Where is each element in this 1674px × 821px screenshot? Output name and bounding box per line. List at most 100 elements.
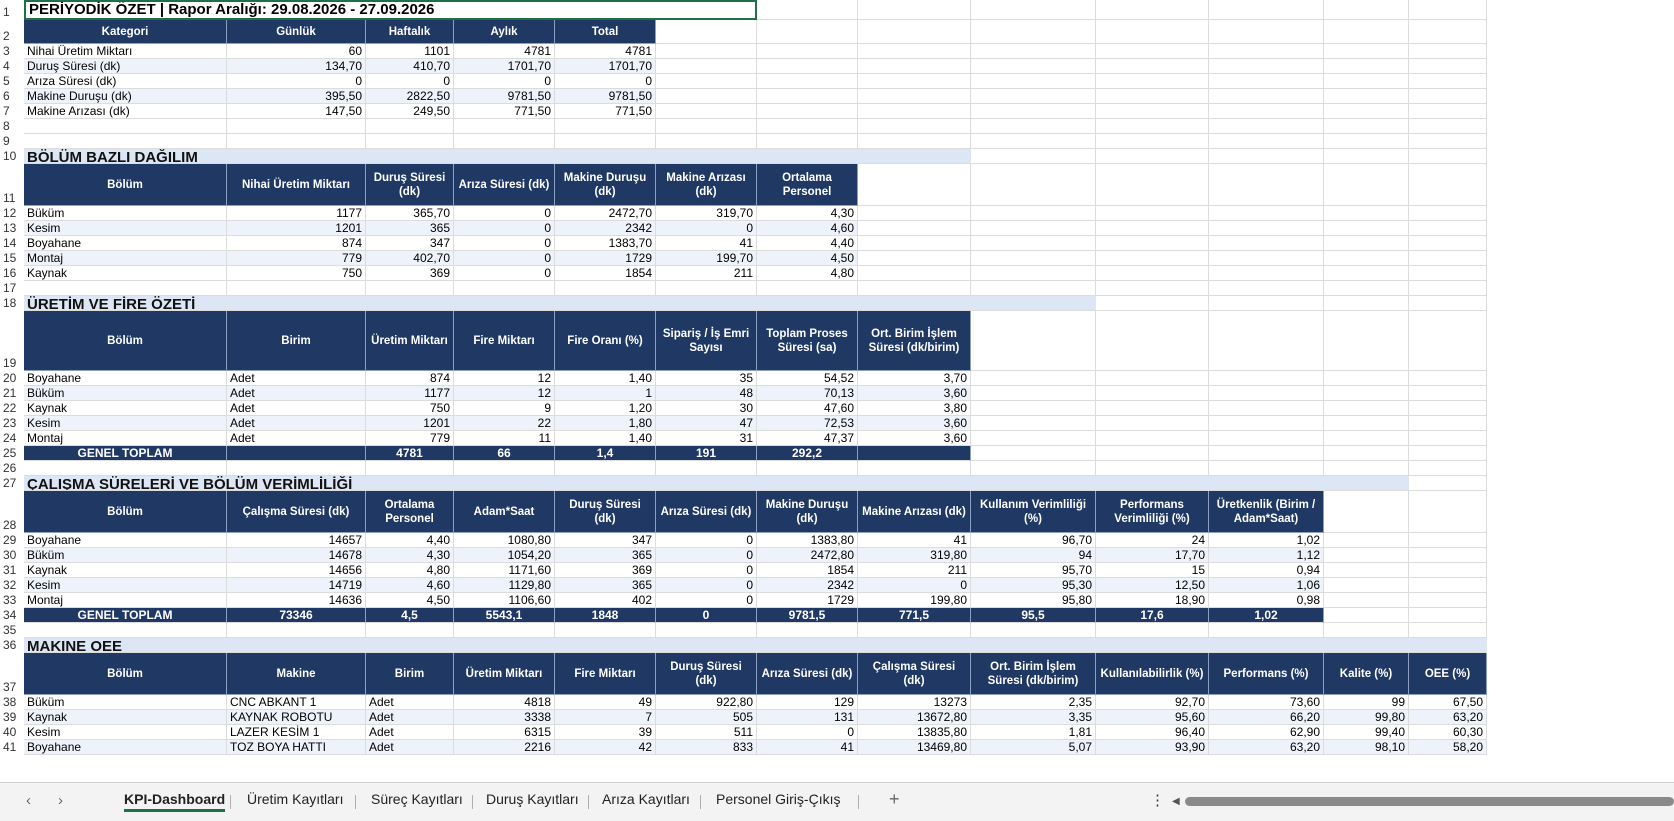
empty-cell[interactable] <box>1096 221 1209 236</box>
empty-cell[interactable] <box>1324 221 1409 236</box>
empty-cell[interactable] <box>1324 236 1409 251</box>
empty-cell[interactable] <box>1209 461 1324 476</box>
empty-cell[interactable] <box>1209 104 1324 119</box>
data-cell[interactable]: 14636 <box>227 593 366 608</box>
data-cell[interactable]: Nihai Üretim Miktarı <box>24 44 227 59</box>
empty-cell[interactable] <box>656 44 757 59</box>
data-cell[interactable]: Montaj <box>24 593 227 608</box>
column-header[interactable]: Birim <box>366 653 454 695</box>
empty-cell[interactable] <box>1096 386 1209 401</box>
empty-cell[interactable] <box>1096 281 1209 296</box>
empty-cell[interactable] <box>1209 89 1324 104</box>
row-number[interactable]: 20 <box>0 371 24 386</box>
column-header[interactable]: Birim <box>227 311 366 371</box>
total-cell[interactable]: 5543,1 <box>454 608 555 623</box>
data-cell[interactable]: Adet <box>366 740 454 755</box>
data-cell[interactable]: 0 <box>656 533 757 548</box>
data-cell[interactable]: TOZ BOYA HATTI <box>227 740 366 755</box>
row-number[interactable]: 1 <box>0 0 24 20</box>
empty-cell[interactable] <box>1096 149 1209 164</box>
column-header[interactable]: Aylık <box>454 20 555 44</box>
empty-cell[interactable] <box>858 20 971 44</box>
data-cell[interactable]: 96,40 <box>1096 725 1209 740</box>
data-cell[interactable]: Büküm <box>24 695 227 710</box>
data-cell[interactable]: 3,80 <box>858 401 971 416</box>
empty-cell[interactable] <box>24 134 227 149</box>
data-cell[interactable]: 0 <box>366 74 454 89</box>
data-cell[interactable]: 24 <box>1096 533 1209 548</box>
empty-cell[interactable] <box>971 311 1096 371</box>
data-cell[interactable]: 147,50 <box>227 104 366 119</box>
data-cell[interactable]: 511 <box>656 725 757 740</box>
data-cell[interactable]: 0 <box>757 725 858 740</box>
row-number[interactable]: 16 <box>0 266 24 281</box>
data-cell[interactable]: 0 <box>656 548 757 563</box>
tab-kpi-dashboard[interactable]: KPI-Dashboard <box>124 791 226 812</box>
total-cell[interactable]: 4,5 <box>366 608 454 623</box>
data-cell[interactable]: 1729 <box>555 251 656 266</box>
column-header[interactable]: Günlük <box>227 20 366 44</box>
empty-cell[interactable] <box>1409 20 1487 44</box>
tab-durus-kayitlari[interactable]: Duruş Kayıtları <box>486 791 579 807</box>
empty-cell[interactable] <box>757 119 858 134</box>
data-cell[interactable]: 1101 <box>366 44 454 59</box>
data-cell[interactable]: 4,60 <box>366 578 454 593</box>
data-cell[interactable]: 1 <box>555 386 656 401</box>
total-cell[interactable]: 1848 <box>555 608 656 623</box>
data-cell[interactable]: 12 <box>454 371 555 386</box>
total-cell[interactable] <box>858 446 971 461</box>
column-header[interactable]: Ortalama Personel <box>757 164 858 206</box>
tab-personel-giris-cikis[interactable]: Personel Giriş-Çıkış <box>716 791 840 807</box>
data-cell[interactable]: 922,80 <box>656 695 757 710</box>
empty-cell[interactable] <box>757 20 858 44</box>
data-cell[interactable]: 211 <box>858 563 971 578</box>
data-cell[interactable]: 1729 <box>757 593 858 608</box>
data-cell[interactable]: 319,70 <box>656 206 757 221</box>
total-cell[interactable]: 4781 <box>366 446 454 461</box>
data-cell[interactable]: 505 <box>656 710 757 725</box>
empty-cell[interactable] <box>1409 206 1487 221</box>
empty-cell[interactable] <box>1324 281 1409 296</box>
empty-cell[interactable] <box>858 59 971 74</box>
empty-cell[interactable] <box>24 119 227 134</box>
data-cell[interactable]: 4,80 <box>757 266 858 281</box>
total-cell[interactable]: 66 <box>454 446 555 461</box>
data-cell[interactable]: 94 <box>971 548 1096 563</box>
data-cell[interactable]: 771,50 <box>454 104 555 119</box>
row-number[interactable]: 8 <box>0 119 24 134</box>
empty-cell[interactable] <box>1096 74 1209 89</box>
empty-cell[interactable] <box>454 134 555 149</box>
column-header[interactable]: Ort. Birim İşlem Süresi (dk/birim) <box>971 653 1096 695</box>
empty-cell[interactable] <box>1096 20 1209 44</box>
empty-cell[interactable] <box>656 281 757 296</box>
data-cell[interactable]: 211 <box>656 266 757 281</box>
empty-cell[interactable] <box>1409 563 1487 578</box>
data-cell[interactable]: 60,30 <box>1409 725 1487 740</box>
empty-cell[interactable] <box>1209 386 1324 401</box>
data-cell[interactable]: 4,40 <box>757 236 858 251</box>
section-title[interactable]: BÖLÜM BAZLI DAĞILIM <box>24 149 971 164</box>
row-number[interactable]: 33 <box>0 593 24 608</box>
data-cell[interactable]: 3,60 <box>858 386 971 401</box>
empty-cell[interactable] <box>757 461 858 476</box>
data-cell[interactable]: Boyahane <box>24 533 227 548</box>
data-cell[interactable]: 365,70 <box>366 206 454 221</box>
total-cell[interactable]: GENEL TOPLAM <box>24 446 227 461</box>
empty-cell[interactable] <box>1409 446 1487 461</box>
column-header[interactable]: Arıza Süresi (dk) <box>656 491 757 533</box>
row-number[interactable]: 41 <box>0 740 24 755</box>
empty-cell[interactable] <box>1409 593 1487 608</box>
total-cell[interactable]: 95,5 <box>971 608 1096 623</box>
empty-cell[interactable] <box>971 236 1096 251</box>
empty-cell[interactable] <box>858 206 971 221</box>
empty-cell[interactable] <box>1209 44 1324 59</box>
total-cell[interactable]: 1,4 <box>555 446 656 461</box>
data-cell[interactable]: 14719 <box>227 578 366 593</box>
empty-cell[interactable] <box>971 416 1096 431</box>
column-header[interactable]: Ortalama Personel <box>366 491 454 533</box>
data-cell[interactable]: 14678 <box>227 548 366 563</box>
empty-cell[interactable] <box>227 134 366 149</box>
empty-cell[interactable] <box>757 104 858 119</box>
data-cell[interactable]: 1,81 <box>971 725 1096 740</box>
row-number[interactable]: 40 <box>0 725 24 740</box>
